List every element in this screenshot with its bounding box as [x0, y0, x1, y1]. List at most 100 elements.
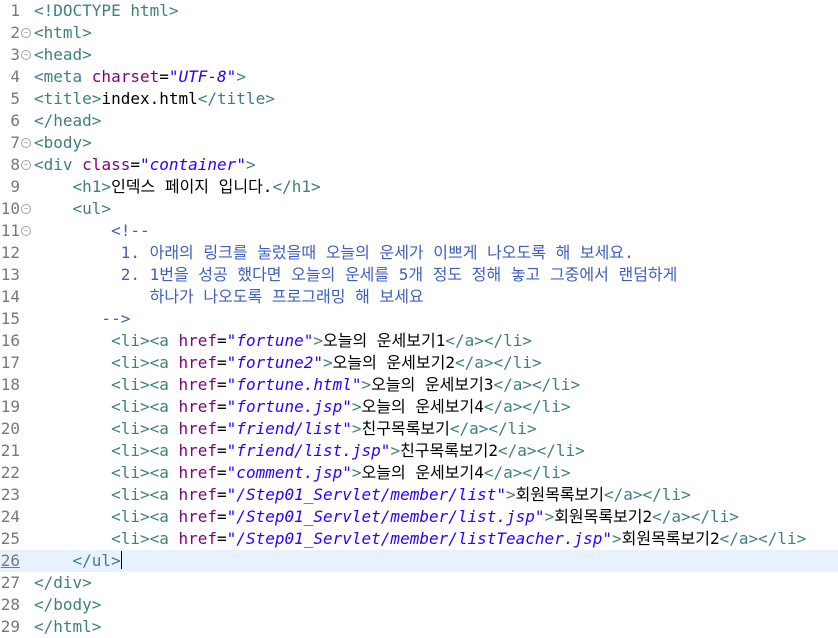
- code-text[interactable]: <div class="container">: [34, 154, 256, 176]
- fold-toggle-icon[interactable]: –: [21, 160, 31, 170]
- code-text[interactable]: </html>: [34, 616, 101, 638]
- code-line[interactable]: 28 </body>: [0, 594, 838, 616]
- code-token: </a></li>: [719, 529, 807, 548]
- code-line[interactable]: 21 <li><a href="friend/list.jsp">친구목록보기2…: [0, 440, 838, 462]
- code-line[interactable]: 1 <!DOCTYPE html>: [0, 0, 838, 22]
- code-token: <li><a: [111, 375, 179, 394]
- code-line[interactable]: 14 하나가 나오도록 프로그래밍 해 보세요: [0, 286, 838, 308]
- code-text[interactable]: <ul>: [34, 198, 112, 220]
- code-token: href: [178, 353, 218, 372]
- code-token: =: [217, 507, 227, 526]
- code-token: </html>: [34, 617, 102, 636]
- code-line[interactable]: 11– <!--: [0, 220, 838, 242]
- code-line[interactable]: 24 <li><a href="/Step01_Servlet/member/l…: [0, 506, 838, 528]
- code-token: 오늘의 운세보기4: [361, 463, 484, 482]
- code-line[interactable]: 23 <li><a href="/Step01_Servlet/member/l…: [0, 484, 838, 506]
- fold-toggle-icon[interactable]: –: [21, 50, 31, 60]
- code-text[interactable]: 1. 아래의 링크를 눌렀을때 오늘의 운세가 이쁘게 나오도록 해 보세요.: [34, 242, 634, 264]
- code-line[interactable]: 6 </head>: [0, 110, 838, 132]
- code-editor[interactable]: 1 <!DOCTYPE html> 2– <html> 3– <head> 4 <meta c…: [0, 0, 838, 637]
- code-line[interactable]: 5 <title>index.html</title>: [0, 88, 838, 110]
- line-number: 16: [0, 331, 20, 350]
- code-token: <li><a: [111, 441, 179, 460]
- code-token: "fortune": [226, 331, 314, 350]
- code-token: 오늘의 운세보기3: [371, 375, 494, 394]
- fold-toggle-icon[interactable]: –: [21, 226, 31, 236]
- code-line[interactable]: 29 </html>: [0, 616, 838, 638]
- code-token: </a></li>: [454, 353, 542, 372]
- code-token: <li><a: [111, 463, 179, 482]
- code-token: 친구목록보기: [361, 419, 450, 438]
- code-line[interactable]: 18 <li><a href="fortune.html">오늘의 운세보기3<…: [0, 374, 838, 396]
- line-number: 4: [10, 67, 20, 86]
- code-token: >: [544, 507, 555, 526]
- fold-toggle-icon[interactable]: –: [21, 28, 31, 38]
- code-text[interactable]: <li><a href="fortune.html">오늘의 운세보기3</a>…: [34, 374, 580, 396]
- code-line[interactable]: 15 -->: [0, 308, 838, 330]
- code-token: >: [506, 485, 516, 504]
- code-text[interactable]: <li><a href="friend/list.jsp">친구목록보기2</a…: [34, 440, 585, 462]
- code-token: </a></li>: [604, 485, 691, 504]
- code-line[interactable]: 22 <li><a href="comment.jsp">오늘의 운세보기4</…: [0, 462, 838, 484]
- code-token: <html>: [34, 23, 92, 42]
- code-line[interactable]: 9 <h1>인덱스 페이지 입니다.</h1>: [0, 176, 838, 198]
- code-line[interactable]: 26 </ul>: [0, 550, 838, 572]
- code-token: href: [178, 485, 218, 504]
- code-token: 오늘의 운세보기4: [361, 397, 484, 416]
- code-line[interactable]: 20 <li><a href="friend/list">친구목록보기</a><…: [0, 418, 838, 440]
- fold-toggle-icon[interactable]: –: [21, 204, 31, 214]
- code-text[interactable]: </body>: [34, 594, 101, 616]
- code-text[interactable]: -->: [34, 308, 130, 330]
- code-text[interactable]: <body>: [34, 132, 92, 154]
- code-line[interactable]: 19 <li><a href="fortune.jsp">오늘의 운세보기4</…: [0, 396, 838, 418]
- code-token: =: [217, 375, 227, 394]
- code-text[interactable]: <li><a href="/Step01_Servlet/member/list…: [34, 506, 739, 528]
- code-text[interactable]: 하나가 나오도록 프로그래밍 해 보세요: [34, 286, 424, 308]
- code-text[interactable]: <meta charset="UTF-8">: [34, 66, 246, 88]
- code-line[interactable]: 8– <div class="container">: [0, 154, 838, 176]
- code-line[interactable]: 10– <ul>: [0, 198, 838, 220]
- code-text[interactable]: 2. 1번을 성공 했다면 오늘의 운세를 5개 정도 정해 놓고 그중에서 랜…: [34, 264, 678, 286]
- code-line[interactable]: 3– <head>: [0, 44, 838, 66]
- code-text[interactable]: <li><a href="/Step01_Servlet/member/list…: [34, 528, 806, 550]
- code-text[interactable]: <!--: [34, 220, 150, 242]
- code-line[interactable]: 25 <li><a href="/Step01_Servlet/member/l…: [0, 528, 838, 550]
- code-token: href: [178, 441, 218, 460]
- code-token: <head>: [34, 45, 92, 64]
- code-line[interactable]: 13 2. 1번을 성공 했다면 오늘의 운세를 5개 정도 정해 놓고 그중에…: [0, 264, 838, 286]
- code-text[interactable]: <li><a href="fortune.jsp">오늘의 운세보기4</a><…: [34, 396, 571, 418]
- code-text[interactable]: <h1>인덱스 페이지 입니다.</h1>: [34, 176, 321, 198]
- code-text[interactable]: <li><a href="fortune2">오늘의 운세보기2</a></li…: [34, 352, 542, 374]
- code-line[interactable]: 4 <meta charset="UTF-8">: [0, 66, 838, 88]
- line-number: 1: [10, 1, 20, 20]
- code-line[interactable]: 27 </div>: [0, 572, 838, 594]
- code-line[interactable]: 2– <html>: [0, 22, 838, 44]
- code-text[interactable]: <li><a href="comment.jsp">오늘의 운세보기4</a><…: [34, 462, 571, 484]
- code-text[interactable]: <li><a href="friend/list">친구목록보기</a></li…: [34, 418, 537, 440]
- code-text[interactable]: </ul>: [34, 550, 122, 572]
- code-token: </div>: [34, 573, 92, 592]
- code-text[interactable]: <li><a href="fortune">오늘의 운세보기1</a></li>: [34, 330, 532, 352]
- code-line[interactable]: 12 1. 아래의 링크를 눌렀을때 오늘의 운세가 이쁘게 나오도록 해 보세…: [0, 242, 838, 264]
- code-line[interactable]: 17 <li><a href="fortune2">오늘의 운세보기2</a><…: [0, 352, 838, 374]
- code-line[interactable]: 7– <body>: [0, 132, 838, 154]
- code-text[interactable]: <title>index.html</title>: [34, 88, 275, 110]
- code-text[interactable]: <head>: [34, 44, 92, 66]
- code-text[interactable]: <li><a href="/Step01_Servlet/member/list…: [34, 484, 691, 506]
- code-text[interactable]: </div>: [34, 572, 92, 594]
- code-token: >: [351, 463, 362, 482]
- code-text[interactable]: <html>: [34, 22, 92, 44]
- code-token: 회원목록보기2: [554, 507, 653, 526]
- code-text[interactable]: </head>: [34, 110, 101, 132]
- code-text[interactable]: <!DOCTYPE html>: [34, 0, 179, 22]
- fold-toggle-icon[interactable]: –: [21, 138, 31, 148]
- code-line[interactable]: 16 <li><a href="fortune">오늘의 운세보기1</a></…: [0, 330, 838, 352]
- code-token: 친구목록보기2: [400, 441, 499, 460]
- code-token: 오늘의 운세보기1: [323, 331, 446, 350]
- code-token: >: [323, 353, 333, 372]
